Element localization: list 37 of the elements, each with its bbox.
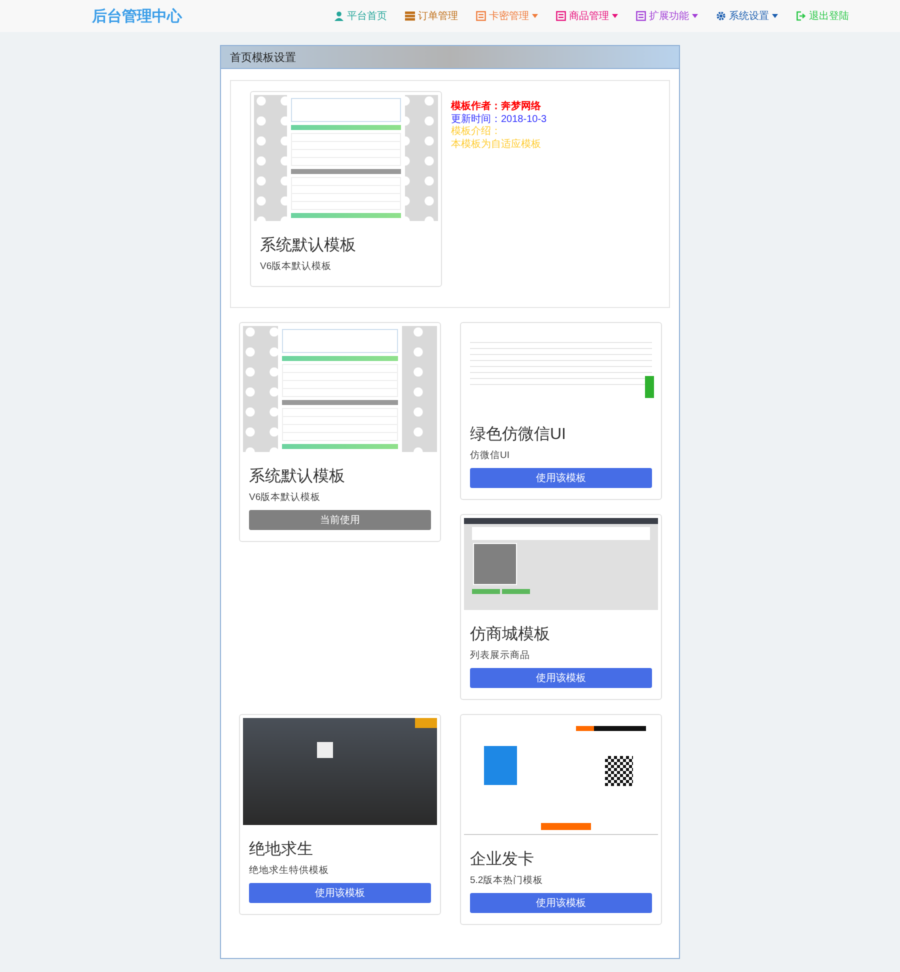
nav-menu-item[interactable]: 平台首页 (334, 9, 387, 23)
template-name: 绝地求生 (249, 840, 314, 860)
nav-menu-item[interactable]: 商品管理 (556, 9, 618, 23)
settings-icon (716, 11, 726, 21)
use-template-button[interactable]: 使用该模板 (470, 668, 652, 688)
user-icon (334, 11, 344, 21)
template-info-line: 本模板为自适应模板 (451, 138, 542, 151)
template-info-line: 更新时间：2018-10-3 (451, 114, 547, 126)
template-name: 企业发卡 (470, 850, 535, 870)
nav-menu-item[interactable]: 订单管理 (405, 9, 458, 23)
template-description: V6版本默认模板 (249, 491, 322, 504)
template-description: 绝地求生特供模板 (249, 864, 330, 877)
template-name: 系统默认模板 (249, 466, 346, 487)
template-info-line: 模板作者：奔梦网络 (451, 101, 542, 114)
use-template-button[interactable]: 使用该模板 (470, 893, 652, 913)
template-description: V6版本默认模板 (260, 260, 333, 273)
template-name: 系统默认模板 (260, 236, 357, 256)
template-description: 5.2版本热门模板 (470, 874, 544, 887)
card-icon (636, 11, 646, 21)
card-icon (476, 11, 486, 21)
nav-menu-item[interactable]: 扩展功能 (636, 9, 698, 23)
use-template-button[interactable]: 使用该模板 (249, 883, 431, 903)
brand-title[interactable]: 后台管理中心 (92, 6, 182, 26)
list-icon (405, 11, 415, 21)
nav-menu-item[interactable]: 退出登陆 (796, 9, 849, 23)
use-template-button[interactable]: 当前使用 (249, 510, 431, 530)
nav-menu-item[interactable]: 系统设置 (716, 9, 778, 23)
template-info-line: 模板介绍： (451, 126, 502, 138)
card-icon (556, 11, 566, 21)
nav-menu-item[interactable]: 卡密管理 (476, 9, 538, 23)
template-name: 绿色仿微信UI (470, 425, 567, 445)
template-name: 仿商城模板 (470, 624, 551, 645)
template-description: 列表展示商品 (470, 649, 531, 662)
panel-title: 首页模板设置 (230, 50, 296, 64)
template-description: 仿微信UI (470, 449, 510, 462)
logout-icon (796, 11, 806, 21)
use-template-button[interactable]: 使用该模板 (470, 468, 652, 488)
